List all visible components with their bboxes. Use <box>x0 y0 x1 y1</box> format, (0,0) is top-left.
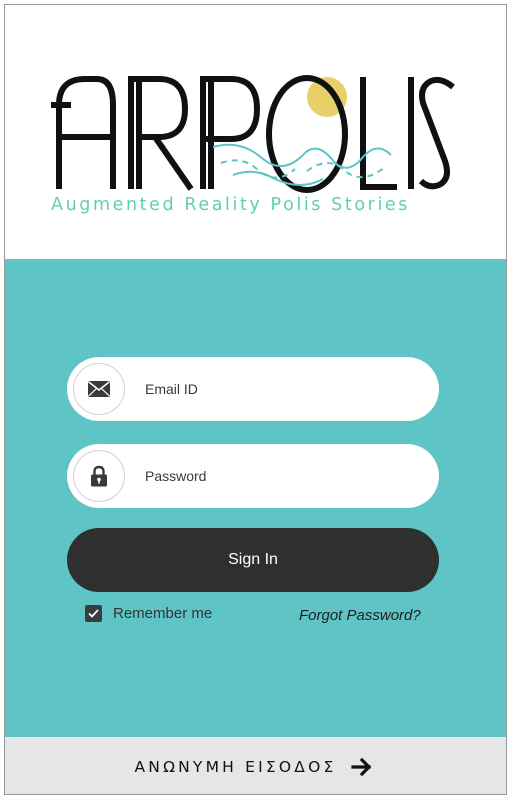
lock-icon <box>73 450 125 502</box>
password-input[interactable] <box>145 468 405 484</box>
anonymous-login-button[interactable]: ΑΝΩΝΥΜΗ ΕΙΣΟΔΟΣ <box>134 757 372 776</box>
arpolis-logo <box>51 75 455 193</box>
forgot-password-link[interactable]: Forgot Password? <box>299 607 421 624</box>
remember-me-label: Remember me <box>113 605 213 622</box>
anonymous-login-label: ΑΝΩΝΥΜΗ ΕΙΣΟΔΟΣ <box>134 757 337 776</box>
remember-me-checkbox[interactable]: Remember me <box>85 605 212 622</box>
checkbox-checked-icon[interactable] <box>85 605 102 622</box>
email-input[interactable] <box>145 381 405 397</box>
app-window: Augmented Reality Polis Stories Sign In <box>4 4 507 795</box>
tagline: Augmented Reality Polis Stories <box>51 195 411 215</box>
arrow-right-icon <box>350 757 371 776</box>
envelope-icon <box>73 363 125 415</box>
sign-in-button[interactable]: Sign In <box>67 528 439 592</box>
email-field[interactable] <box>67 357 439 421</box>
header: Augmented Reality Polis Stories <box>5 5 506 259</box>
password-field[interactable] <box>67 444 439 508</box>
footer-bar: ΑΝΩΝΥΜΗ ΕΙΣΟΔΟΣ <box>5 737 506 794</box>
